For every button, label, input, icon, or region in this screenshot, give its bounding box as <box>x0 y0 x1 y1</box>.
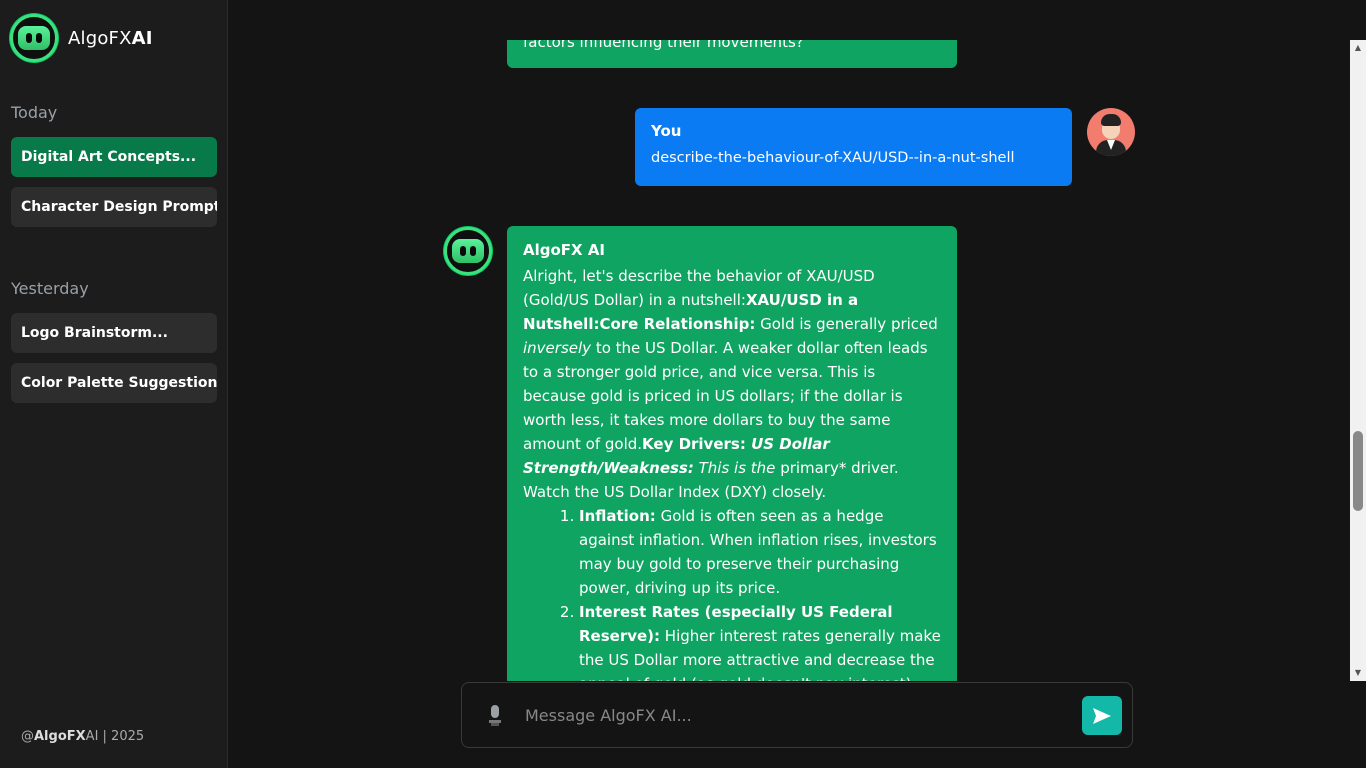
list-item: Inflation: Gold is often seen as a hedge… <box>579 504 941 600</box>
footer-copyright: @AlgoFXAI | 2025 <box>21 729 145 744</box>
chat-scrollbar[interactable]: ▲ ▼ <box>1350 40 1366 681</box>
send-button[interactable] <box>1082 696 1122 735</box>
scrollbar-thumb[interactable] <box>1353 431 1363 511</box>
user-message: You describe-the-behaviour-of-XAU/USD--i… <box>635 108 1072 186</box>
ai-message-previous: factors influencing their movements? <box>507 40 957 68</box>
message-input[interactable] <box>525 701 1065 729</box>
chat-thread[interactable]: factors influencing their movements? You… <box>229 40 1350 681</box>
chat-item-color-palette[interactable]: Color Palette Suggestions... <box>11 363 217 403</box>
drivers-list: Inflation: Gold is often seen as a hedge… <box>563 504 941 681</box>
microphone-icon[interactable] <box>488 705 502 727</box>
section-yesterday: Yesterday <box>11 279 89 298</box>
user-avatar-icon <box>1087 108 1135 156</box>
sender-name: AlgoFX AI <box>523 241 606 259</box>
send-icon <box>1093 707 1111 724</box>
sidebar: AlgoFXAI Today Digital Art Concepts... C… <box>0 0 228 768</box>
message-composer <box>461 682 1133 748</box>
robot-logo-icon <box>10 14 58 62</box>
brand-name: AlgoFXAI <box>68 27 153 49</box>
chat-item-digital-art[interactable]: Digital Art Concepts... <box>11 137 217 177</box>
chat-item-logo-brainstorm[interactable]: Logo Brainstorm... <box>11 313 217 353</box>
chat-item-character-design[interactable]: Character Design Prompts... <box>11 187 217 227</box>
scroll-up-arrow-icon[interactable]: ▲ <box>1350 40 1366 56</box>
sender-name: You <box>651 122 682 140</box>
message-body: Alright, let's describe the behavior of … <box>523 264 941 681</box>
robot-avatar-icon <box>444 227 492 275</box>
brand[interactable]: AlgoFXAI <box>10 14 153 62</box>
ai-message: AlgoFX AI Alright, let's describe the be… <box>507 226 957 681</box>
message-text: describe-the-behaviour-of-XAU/USD--in-a-… <box>651 150 1015 166</box>
message-text: factors influencing their movements? <box>523 40 804 51</box>
list-item: Interest Rates (especially US Federal Re… <box>579 600 941 681</box>
scroll-down-arrow-icon[interactable]: ▼ <box>1350 665 1366 681</box>
section-today: Today <box>11 103 58 122</box>
